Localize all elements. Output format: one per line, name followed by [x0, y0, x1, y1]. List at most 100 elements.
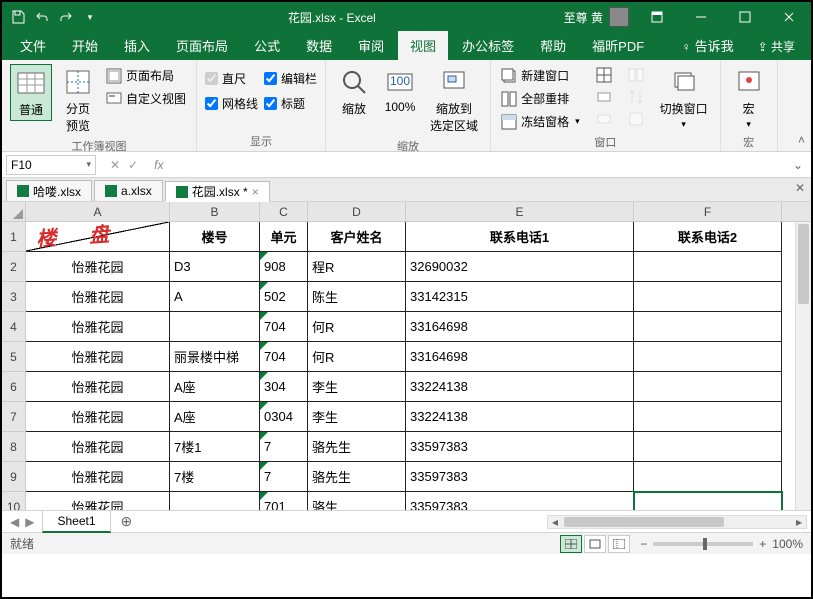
redo-icon[interactable] [58, 9, 74, 25]
cancel-formula-icon[interactable]: ✕ [110, 158, 120, 172]
zoom-button[interactable]: 缩放 [334, 64, 374, 119]
tab-数据[interactable]: 数据 [294, 31, 344, 60]
formula-bar-checkbox[interactable]: 编辑栏 [264, 70, 317, 87]
save-icon[interactable] [10, 9, 26, 25]
column-header[interactable]: B [170, 202, 260, 221]
zoom-in-button[interactable]: + [759, 537, 766, 551]
row-header[interactable]: 6 [2, 372, 26, 402]
custom-views-button[interactable]: 自定义视图 [104, 89, 188, 108]
cell[interactable]: 7 [260, 432, 308, 462]
split-button[interactable] [594, 66, 614, 84]
account-area[interactable]: 至尊 黄 [558, 7, 635, 27]
pagebreak-preview-button[interactable]: 分页 预览 [58, 64, 98, 136]
tab-开始[interactable]: 开始 [60, 31, 110, 60]
macros-button[interactable]: 宏▾ [729, 64, 769, 132]
cell[interactable]: 联系电话2 [634, 222, 782, 252]
tab-视图[interactable]: 视图 [398, 31, 448, 60]
cell[interactable]: 701 [260, 492, 308, 510]
cell[interactable]: 32690032 [406, 252, 634, 282]
cell[interactable]: 骆生 [308, 492, 406, 510]
new-window-button[interactable]: 新建窗口 [499, 66, 582, 85]
tab-审阅[interactable]: 审阅 [346, 31, 396, 60]
cell[interactable] [634, 402, 782, 432]
view-side-by-side-button[interactable] [626, 66, 646, 84]
cell[interactable]: 楼号 [170, 222, 260, 252]
row-header[interactable]: 7 [2, 402, 26, 432]
tab-公式[interactable]: 公式 [242, 31, 292, 60]
cell[interactable]: 怡雅花园 [26, 462, 170, 492]
row-header[interactable]: 5 [2, 342, 26, 372]
cell[interactable]: 怡雅花园 [26, 402, 170, 432]
cell[interactable]: D3 [170, 252, 260, 282]
page-layout-shortcut[interactable] [584, 535, 606, 553]
zoom-out-button[interactable]: − [640, 537, 647, 551]
column-header[interactable]: A [26, 202, 170, 221]
cell[interactable]: A座 [170, 372, 260, 402]
cell[interactable]: 908 [260, 252, 308, 282]
zoom-100-button[interactable]: 100100% [380, 64, 420, 116]
enter-formula-icon[interactable]: ✓ [128, 158, 138, 172]
cell[interactable]: 502 [260, 282, 308, 312]
cell[interactable]: 李生 [308, 372, 406, 402]
arrange-all-button[interactable]: 全部重排 [499, 89, 582, 108]
column-header[interactable]: D [308, 202, 406, 221]
tab-页面布局[interactable]: 页面布局 [164, 31, 240, 60]
ribbon-display-options[interactable] [635, 2, 679, 32]
cell[interactable]: 怡雅花园 [26, 372, 170, 402]
cell[interactable] [634, 462, 782, 492]
undo-icon[interactable] [34, 9, 50, 25]
cell[interactable] [634, 312, 782, 342]
column-header[interactable]: C [260, 202, 308, 221]
cell[interactable] [634, 432, 782, 462]
cell[interactable] [634, 282, 782, 312]
pagebreak-shortcut[interactable] [608, 535, 630, 553]
row-header[interactable]: 10 [2, 492, 26, 510]
column-header[interactable]: F [634, 202, 782, 221]
cell[interactable]: 骆先生 [308, 462, 406, 492]
tab-办公标签[interactable]: 办公标签 [450, 31, 526, 60]
vertical-scroll-thumb[interactable] [798, 224, 809, 304]
cell[interactable]: 33224138 [406, 372, 634, 402]
zoom-selection-button[interactable]: 缩放到 选定区域 [426, 64, 482, 136]
switch-windows-button[interactable]: 切换窗口▾ [656, 64, 712, 132]
cell[interactable]: 33224138 [406, 402, 634, 432]
cell[interactable]: 怡雅花园 [26, 432, 170, 462]
cell[interactable] [634, 372, 782, 402]
cell[interactable]: 0304 [260, 402, 308, 432]
zoom-percent[interactable]: 100% [772, 537, 803, 551]
close-icon[interactable]: × [252, 185, 259, 199]
qat-dropdown-icon[interactable]: ▾ [82, 9, 98, 25]
row-header[interactable]: 1 [2, 222, 26, 252]
cell[interactable]: 704 [260, 312, 308, 342]
sheet-nav-next-icon[interactable]: ▶ [25, 515, 34, 529]
name-box[interactable]: F10▾ [6, 155, 96, 175]
cell[interactable]: A座 [170, 402, 260, 432]
collapse-ribbon-icon[interactable]: ˄ [798, 133, 805, 147]
sheet-tab[interactable]: Sheet1 [42, 511, 110, 533]
row-header[interactable]: 9 [2, 462, 26, 492]
cell[interactable]: 单元 [260, 222, 308, 252]
cell[interactable]: 怡雅花园 [26, 252, 170, 282]
cell[interactable]: 陈生 [308, 282, 406, 312]
cell[interactable]: 骆先生 [308, 432, 406, 462]
tab-福昕PDF[interactable]: 福昕PDF [580, 31, 656, 60]
formula-input[interactable] [169, 155, 784, 175]
hide-button[interactable] [594, 88, 614, 106]
file-tab[interactable]: a.xlsx [94, 180, 163, 201]
cell[interactable]: 怡雅花园 [26, 312, 170, 342]
cell[interactable] [634, 342, 782, 372]
tab-帮助[interactable]: 帮助 [528, 31, 578, 60]
normal-view-button[interactable]: 普通 [10, 64, 52, 121]
cell[interactable]: 33142315 [406, 282, 634, 312]
ruler-checkbox[interactable]: 直尺 [205, 70, 258, 87]
cell[interactable] [634, 252, 782, 282]
hscroll-left-icon[interactable]: ◂ [548, 516, 562, 528]
close-button[interactable] [767, 2, 811, 32]
cell[interactable]: 怡雅花园 [26, 492, 170, 510]
zoom-slider[interactable] [653, 542, 753, 546]
tab-文件[interactable]: 文件 [8, 31, 58, 60]
row-header[interactable]: 2 [2, 252, 26, 282]
cell[interactable]: 7楼 [170, 462, 260, 492]
cell[interactable]: 客户姓名 [308, 222, 406, 252]
cell[interactable] [634, 492, 782, 510]
